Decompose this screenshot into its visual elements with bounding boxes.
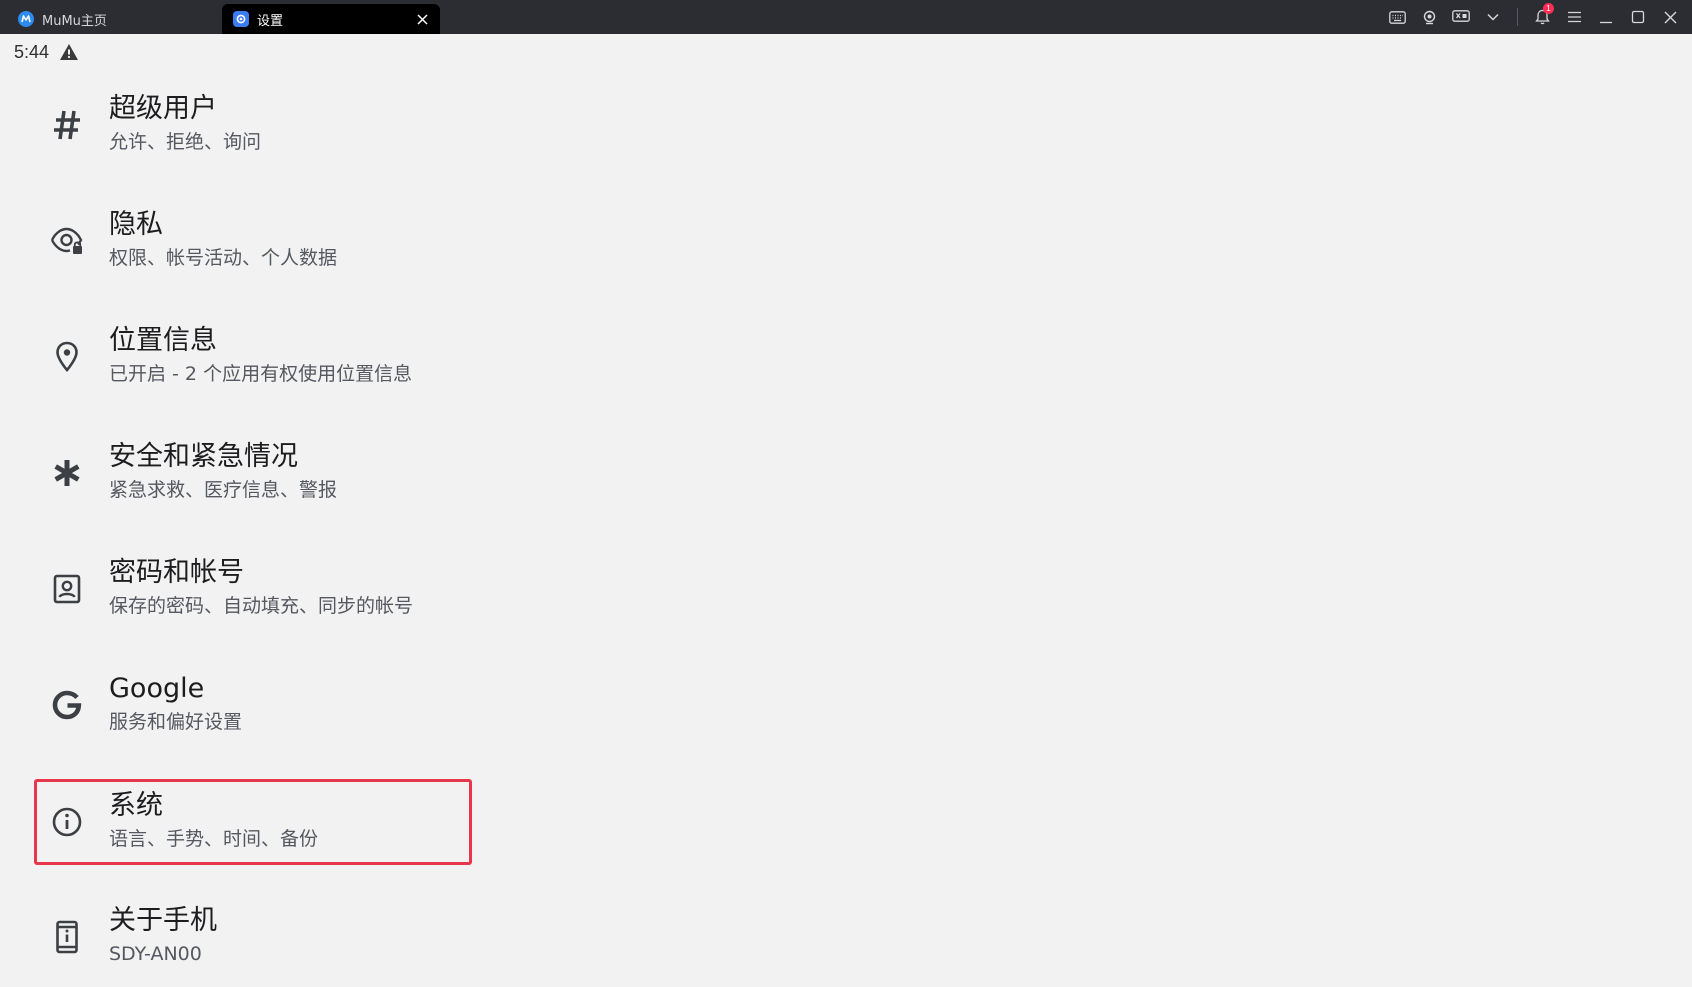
title-bar: MuMu主页 设置 1: [0, 0, 1692, 34]
item-subtitle: 服务和偏好设置: [109, 711, 243, 733]
mumu-emulator-window: MuMu主页 设置 1 5:44 超级用户 允许、拒绝、询问 隐私 权限、帐号活…: [0, 0, 1692, 987]
item-subtitle: 允许、拒绝、询问: [109, 131, 262, 153]
maximize-icon[interactable]: [1622, 0, 1654, 34]
item-title: 隐私: [109, 209, 163, 240]
android-screen: 5:44 超级用户 允许、拒绝、询问 隐私 权限、帐号活动、个人数据 位置信息 …: [1, 34, 1691, 987]
item-subtitle: 权限、帐号活动、个人数据: [109, 247, 338, 269]
asterisk-icon: [50, 456, 84, 490]
location-pin-icon: [50, 340, 84, 374]
item-subtitle: SDY-AN00: [109, 943, 202, 965]
item-subtitle: 紧急求救、医疗信息、警报: [109, 479, 338, 501]
hash-icon: [50, 108, 84, 142]
settings-item-safety-emergency[interactable]: 安全和紧急情况 紧急求救、医疗信息、警报: [34, 430, 472, 516]
keyboard-icon[interactable]: [1381, 0, 1413, 34]
item-subtitle: 语言、手势、时间、备份: [109, 828, 319, 850]
menu-icon[interactable]: [1558, 0, 1590, 34]
bell-icon[interactable]: 1: [1526, 0, 1558, 34]
warning-icon: [59, 43, 79, 61]
close-icon[interactable]: [1654, 0, 1686, 34]
toolbar-divider: [1517, 8, 1518, 26]
settings-item-superuser[interactable]: 超级用户 允许、拒绝、询问: [34, 82, 472, 168]
notification-badge: 1: [1543, 3, 1554, 14]
settings-item-google[interactable]: Google 服务和偏好设置: [34, 662, 472, 748]
settings-item-about-phone[interactable]: 关于手机 SDY-AN00: [34, 894, 472, 980]
tab-label: MuMu主页: [42, 13, 107, 29]
settings-item-system[interactable]: 系统 语言、手势、时间、备份: [34, 779, 472, 865]
window-controls: 1: [1381, 0, 1692, 34]
mumu-logo-icon: [18, 11, 34, 27]
tab-close-icon[interactable]: [414, 11, 430, 27]
tab-settings[interactable]: 设置: [222, 4, 440, 34]
status-time: 5:44: [14, 41, 50, 62]
item-subtitle: 已开启 - 2 个应用有权使用位置信息: [109, 363, 413, 385]
item-title: Google: [109, 673, 205, 704]
item-title: 密码和帐号: [109, 557, 244, 588]
item-subtitle: 保存的密码、自动填充、同步的帐号: [109, 595, 414, 617]
gamepad-icon[interactable]: [1413, 0, 1445, 34]
settings-item-location[interactable]: 位置信息 已开启 - 2 个应用有权使用位置信息: [34, 314, 472, 400]
eye-lock-icon: [50, 224, 84, 258]
settings-item-privacy[interactable]: 隐私 权限、帐号活动、个人数据: [34, 198, 472, 284]
settings-item-passwords-accounts[interactable]: 密码和帐号 保存的密码、自动填充、同步的帐号: [34, 546, 472, 632]
phone-info-icon: [50, 920, 84, 954]
tab-mumu-home[interactable]: MuMu主页: [8, 4, 218, 34]
google-g-icon: [50, 688, 84, 722]
item-title: 超级用户: [109, 93, 217, 124]
minimize-icon[interactable]: [1590, 0, 1622, 34]
screen-record-icon[interactable]: [1445, 0, 1477, 34]
settings-gear-icon: [233, 11, 249, 27]
item-title: 关于手机: [109, 905, 217, 936]
item-title: 系统: [109, 790, 163, 821]
chevron-down-icon[interactable]: [1477, 0, 1509, 34]
tab-label: 设置: [257, 13, 284, 29]
status-bar: 5:44: [14, 42, 79, 62]
info-icon: [50, 805, 84, 839]
account-box-icon: [50, 572, 84, 606]
item-title: 位置信息: [109, 325, 217, 356]
item-title: 安全和紧急情况: [109, 441, 298, 472]
